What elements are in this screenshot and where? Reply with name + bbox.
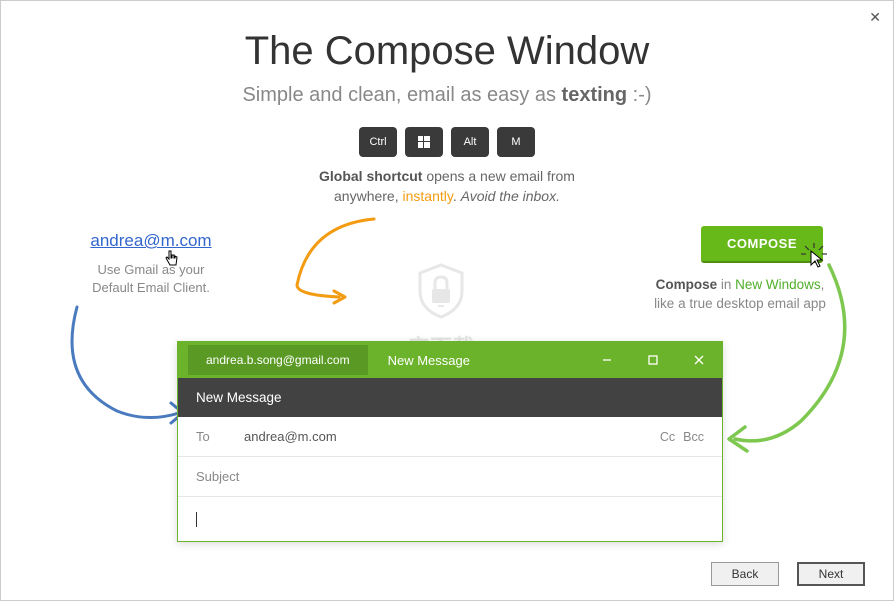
windows-icon: [418, 136, 430, 148]
maximize-button[interactable]: [630, 342, 676, 378]
close-icon: [693, 354, 705, 366]
back-button[interactable]: Back: [711, 562, 779, 586]
subject-label: Subject: [196, 469, 239, 484]
to-value: andrea@m.com: [244, 429, 660, 444]
key-windows: [405, 127, 443, 157]
shortcut-keys: Ctrl Alt M: [1, 127, 893, 157]
account-tab[interactable]: andrea.b.song@gmail.com: [188, 345, 368, 375]
watermark-shield-icon: [414, 261, 468, 321]
compose-button[interactable]: COMPOSE: [701, 226, 823, 263]
orange-arrow-icon: [279, 215, 389, 305]
key-m: M: [497, 127, 535, 157]
next-button[interactable]: Next: [797, 562, 865, 586]
to-row[interactable]: To andrea@m.com Cc Bcc: [178, 417, 722, 457]
maximize-icon: [647, 354, 659, 366]
mailto-link[interactable]: andrea@m.com: [90, 231, 211, 250]
to-label: To: [196, 429, 244, 444]
compose-window-titlebar[interactable]: andrea.b.song@gmail.com New Message: [178, 342, 722, 378]
key-alt: Alt: [451, 127, 489, 157]
subject-row[interactable]: Subject: [178, 457, 722, 497]
default-client-block: andrea@m.com Use Gmail as your Default E…: [51, 231, 251, 297]
shortcut-blurb: Global shortcut opens a new email from a…: [1, 167, 893, 206]
page-title: The Compose Window: [1, 29, 893, 74]
minimize-icon: [601, 354, 613, 366]
default-client-caption: Use Gmail as your Default Email Client.: [51, 261, 251, 297]
page-subtitle: Simple and clean, email as easy as texti…: [1, 84, 893, 107]
message-header: New Message: [178, 378, 722, 417]
close-button[interactable]: ✕: [869, 9, 881, 26]
window-close-button[interactable]: [676, 342, 722, 378]
cc-link[interactable]: Cc: [660, 430, 675, 444]
window-title: New Message: [388, 353, 584, 368]
text-cursor-icon: [196, 512, 197, 527]
minimize-button[interactable]: [584, 342, 630, 378]
hand-cursor-icon: [163, 249, 183, 269]
bcc-link[interactable]: Bcc: [683, 430, 704, 444]
key-ctrl: Ctrl: [359, 127, 397, 157]
blue-arrow-icon: [57, 301, 197, 441]
compose-window: andrea.b.song@gmail.com New Message New …: [177, 341, 723, 542]
message-body[interactable]: [178, 497, 722, 541]
compose-caption: Compose in New Windows, like a true desk…: [625, 276, 855, 314]
